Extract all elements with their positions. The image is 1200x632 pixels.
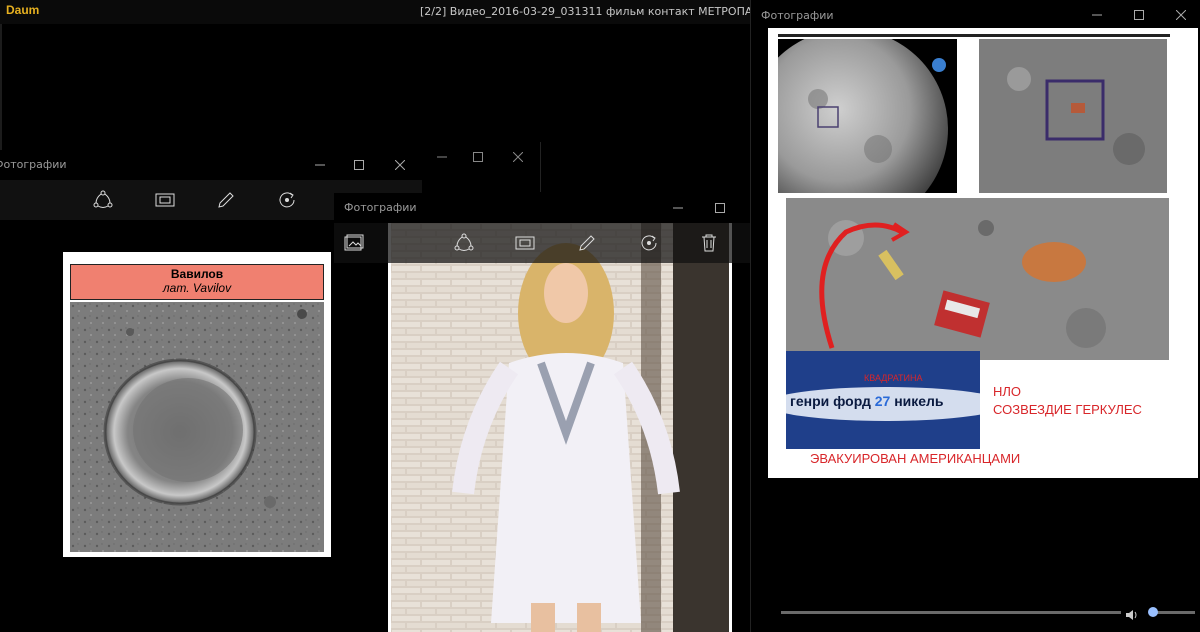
- side-line1: НЛО: [993, 384, 1022, 399]
- side-line2: СОЗВЕЗДИЕ ГЕРКУЛЕС: [993, 402, 1142, 417]
- share-icon: [93, 190, 113, 208]
- close-icon: [1176, 10, 1186, 20]
- moon-earth-panel: [778, 39, 957, 193]
- title-bar[interactable]: Фотографии: [0, 150, 422, 180]
- delete-button[interactable]: [697, 231, 721, 255]
- photos-window-right: Фотографии КВАДРАТИНА генри форд 27 нике…: [750, 0, 1200, 632]
- banner-small-text: КВАДРАТИНА: [864, 373, 923, 383]
- pencil-icon: [218, 192, 234, 208]
- rotate-icon: [641, 235, 657, 251]
- close-button[interactable]: [378, 150, 422, 180]
- minimize-icon: [315, 164, 325, 166]
- close-button[interactable]: [1159, 0, 1200, 30]
- close-icon: [395, 160, 405, 170]
- collage-top-rule: [778, 34, 1170, 37]
- banner-main-b: никель: [894, 393, 944, 409]
- crater-caption: Вавилов лат. Vavilov: [70, 264, 324, 300]
- title-bar[interactable]: Фотографии: [334, 193, 782, 223]
- slideshow-button[interactable]: [513, 231, 537, 255]
- edit-button[interactable]: [214, 188, 238, 212]
- window-title: Фотографии: [0, 158, 67, 171]
- minimize-icon: [437, 156, 447, 158]
- player-title: [2/2] Видео_2016-03-29_031311 фильм конт…: [420, 5, 750, 18]
- crater-image: [70, 302, 324, 552]
- bottom-line: ЭВАКУИРОВАН АМЕРИКАНЦАМИ: [810, 451, 1021, 466]
- volume-knob[interactable]: [1148, 607, 1158, 617]
- close-icon: [513, 152, 523, 162]
- slideshow-icon: [515, 236, 535, 250]
- photos-window-center: Фотографии: [334, 193, 782, 632]
- minimize-icon: [1092, 14, 1102, 16]
- player-logo[interactable]: Daum: [6, 3, 39, 17]
- window-title: Фотографии: [761, 9, 834, 22]
- maximize-button[interactable]: [337, 150, 381, 180]
- photo-woman: [388, 223, 732, 632]
- slideshow-icon: [155, 193, 175, 207]
- title-bar[interactable]: Фотографии: [751, 0, 1200, 30]
- rotate-icon: [279, 192, 295, 208]
- minimize-button[interactable]: [298, 150, 342, 180]
- window-title: Фотографии: [344, 201, 417, 214]
- trash-icon: [702, 234, 716, 252]
- woman-photo-image: [391, 223, 729, 632]
- moon-objects-panel: [786, 198, 1169, 360]
- background-window-frame: [420, 142, 541, 192]
- volume-icon[interactable]: [1125, 606, 1139, 620]
- caption-subtitle: лат. Vavilov: [162, 281, 232, 295]
- add-to-album-button[interactable]: [342, 231, 366, 255]
- photo-toolbar: [334, 223, 782, 263]
- slideshow-button[interactable]: [153, 188, 177, 212]
- maximize-button[interactable]: [1117, 0, 1161, 30]
- banner-main-a: генри форд: [790, 393, 871, 409]
- minimize-icon: [673, 207, 683, 209]
- caption-title: Вавилов: [170, 267, 224, 281]
- player-left-edge: [0, 24, 2, 164]
- maximize-icon: [354, 160, 364, 170]
- maximize-icon: [1134, 10, 1144, 20]
- pencil-icon: [579, 235, 595, 251]
- seek-bar[interactable]: [781, 611, 1121, 614]
- share-icon: [454, 233, 474, 251]
- maximize-button[interactable]: [698, 193, 742, 223]
- rotate-button[interactable]: [637, 231, 661, 255]
- photo-vavilov-crater: Вавилов лат. Vavilov: [63, 252, 331, 557]
- bg-close-button[interactable]: [496, 142, 540, 172]
- speaker-icon: [1126, 610, 1137, 620]
- bg-maximize-button[interactable]: [456, 142, 500, 172]
- blue-banner: КВАДРАТИНА генри форд 27 никель: [786, 351, 980, 449]
- share-button[interactable]: [452, 231, 476, 255]
- album-icon: [344, 234, 364, 251]
- banner-main-text: генри форд 27 никель: [790, 393, 944, 409]
- photo-moon-collage: КВАДРАТИНА генри форд 27 никель НЛО СОЗВ…: [768, 28, 1198, 478]
- moon-zoom-panel: [979, 39, 1167, 193]
- maximize-icon: [715, 203, 725, 213]
- maximize-icon: [473, 152, 483, 162]
- minimize-button[interactable]: [656, 193, 700, 223]
- banner-main-num: 27: [874, 393, 891, 409]
- rotate-button[interactable]: [275, 188, 299, 212]
- edit-button[interactable]: [575, 231, 599, 255]
- minimize-button[interactable]: [1075, 0, 1119, 30]
- share-button[interactable]: [91, 188, 115, 212]
